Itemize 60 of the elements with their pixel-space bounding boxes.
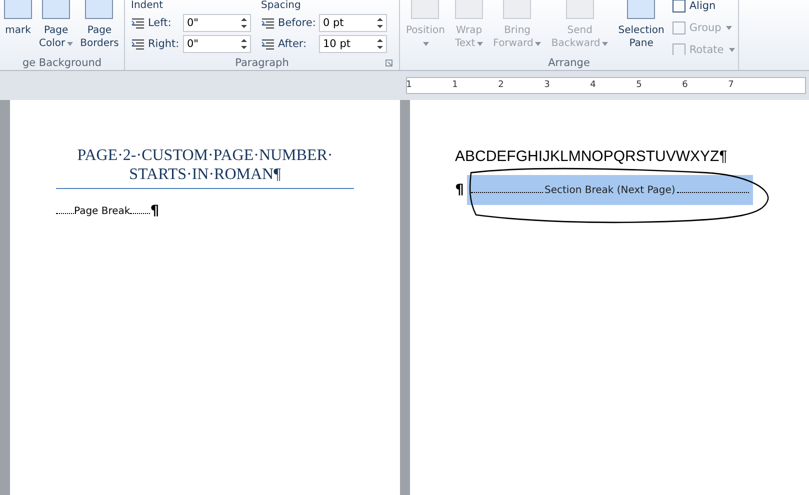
pilcrow-mark: ¶ [455,182,464,198]
ribbon-icon [566,0,594,19]
ruler-number: 1 [452,79,458,91]
ribbon-icon [411,0,440,19]
spacing-icon [131,38,145,50]
spin-field[interactable]: 0" [183,14,251,32]
dialog-launcher-icon[interactable] [385,58,393,66]
spacing-icon [261,17,275,29]
ribbon-button[interactable]: Page Borders [78,0,121,50]
ribbon-small-button[interactable]: Align [672,0,735,17]
spinner-arrows-icon[interactable] [377,17,383,29]
caret-icon [602,42,608,46]
spin-field[interactable]: 0 pt [319,14,387,32]
ruler-number: 1 [406,79,412,91]
group-label: Arrange [548,56,590,68]
ribbon-button[interactable]: Selection Pane [616,0,666,50]
ribbon-icon [455,0,484,19]
ruler-number: 7 [728,79,734,91]
ribbon-icon [85,0,114,19]
page-break-label: Page Break [74,206,130,216]
column-heading: Spacing [261,0,302,11]
ruler-number: 3 [544,79,550,91]
ruler[interactable]: 1 1 2 3 4 5 6 7 [406,77,806,94]
ruler-number: 5 [636,79,642,91]
page-heading: PAGE·2-·CUSTOM·PAGE·NUMBER· STARTS·IN·ROMAN¶ [56,146,354,189]
spin-field[interactable]: 10 pt [319,35,387,53]
ribbon-button[interactable]: mark [2,0,34,50]
caret-icon [67,42,74,46]
field-label: Right: [148,38,180,50]
spinner-arrows-icon[interactable] [377,38,383,50]
arrange-icon [672,21,686,35]
caret-icon [477,42,484,46]
ribbon-icon [503,0,532,19]
ruler-number: 6 [682,79,688,91]
caret-icon [728,48,735,52]
spinner-arrows-icon[interactable] [241,38,247,50]
pilcrow-mark: ¶ [150,203,160,219]
group-label: ge Background [22,56,102,68]
ribbon-icon [4,0,32,19]
spacing-icon [261,38,275,50]
ribbon-icon [627,0,656,19]
spin-field[interactable]: 0" [183,35,251,53]
arrange-icon [672,0,686,13]
caret-icon [423,42,430,46]
spinner-arrows-icon[interactable] [241,17,247,29]
field-label: Before: [278,17,316,29]
ruler-number: 4 [590,79,596,91]
ruler-number: 2 [498,79,504,91]
caret-icon [726,26,732,30]
ribbon-icon [42,0,70,19]
column-heading: Indent [131,0,164,11]
group-label: Paragraph [235,56,289,68]
caret-icon [535,42,542,46]
ribbon-button[interactable]: Page Color [37,0,76,50]
arrange-icon [672,43,686,55]
spacing-icon [131,17,145,29]
alphabet-text: ABCDEFGHIJKLMNOPQRSTUVWXYZ¶ [455,148,728,165]
field-label: After: [278,38,308,50]
field-label: Left: [148,17,172,29]
section-break-label: Section Break (Next Page) [544,184,676,196]
